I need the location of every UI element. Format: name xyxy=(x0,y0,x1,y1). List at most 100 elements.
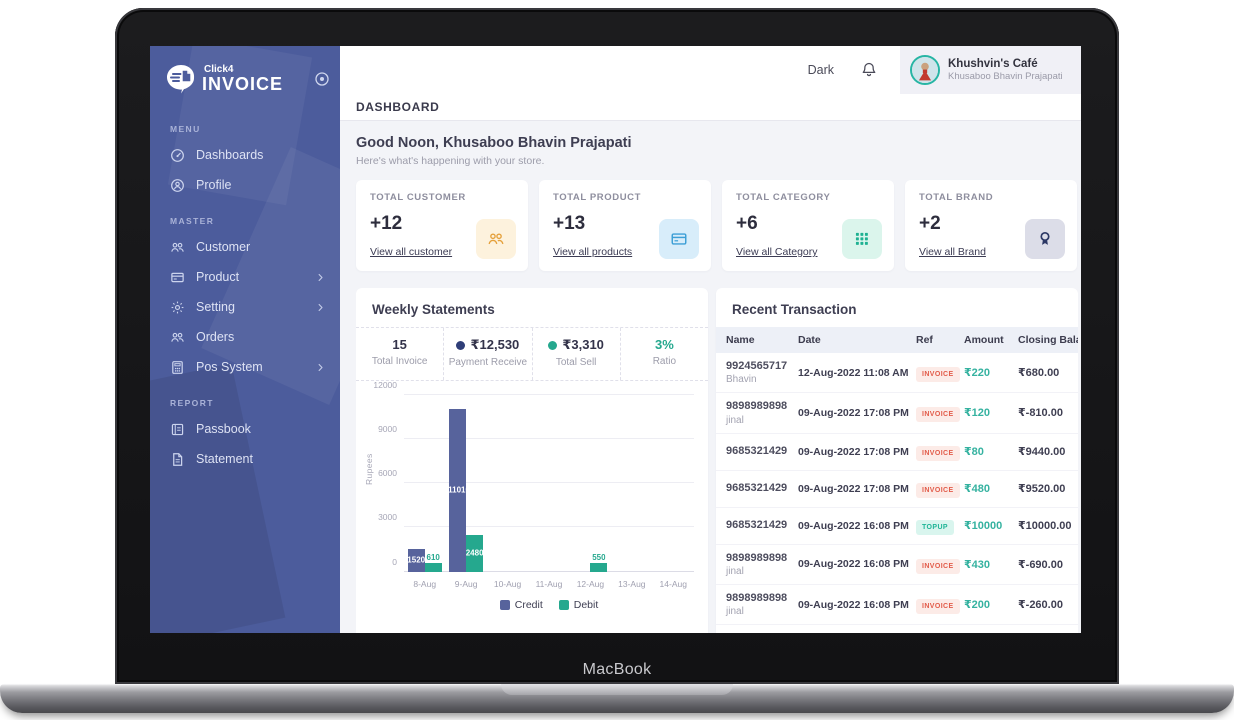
sidebar-item-orders[interactable]: Orders xyxy=(170,322,326,352)
transaction-closing-balance: ₹680.00 xyxy=(1018,367,1060,380)
stat-card-icon-box xyxy=(476,219,516,259)
sidebar-item-passbook[interactable]: Passbook xyxy=(170,414,326,444)
transaction-closing-balance: ₹-690.00 xyxy=(1018,558,1063,571)
app-screen: Click4 INVOICE MENU Dashboards Profile MAST… xyxy=(150,46,1081,633)
sidebar-item-statement[interactable]: Statement xyxy=(170,444,326,474)
bar-group-9-aug: 11010 2480 xyxy=(445,395,486,572)
sidebar-item-profile[interactable]: Profile xyxy=(170,170,326,200)
dashboard-content: Good Noon, Khusaboo Bhavin Prajapati Her… xyxy=(340,121,1081,633)
topbar: Dark Khushvin's Café Khusaboo Bhavin Pra… xyxy=(340,46,1081,94)
stat-card-icon-box xyxy=(842,219,882,259)
stat-card-icon-box xyxy=(659,219,699,259)
theme-toggle[interactable]: Dark xyxy=(808,63,834,77)
chart-x-tick: 8-Aug xyxy=(413,578,437,589)
sidebar-item-label: Profile xyxy=(196,178,232,192)
weekly-stat-ratio: 3% Ratio xyxy=(621,328,708,380)
column-header-closing-balance: Closing Balance xyxy=(1018,334,1078,346)
invoice-bubble-icon xyxy=(164,62,198,96)
bar-group-13-aug xyxy=(611,395,652,572)
transaction-row: 9685321429 09-Aug-2022 17:08 PM INVOICE ₹80… xyxy=(716,434,1078,471)
debit-bar: 2480 xyxy=(466,534,484,572)
stat-card-label: TOTAL CATEGORY xyxy=(736,192,831,203)
transaction-name: 9924565717 Bhavin xyxy=(726,359,796,386)
logo: Click4 INVOICE xyxy=(150,58,340,106)
chevron-right-icon xyxy=(315,272,326,283)
transaction-amount: ₹430 xyxy=(964,558,991,571)
nav-section-label: MASTER xyxy=(170,216,215,226)
store-name: Khushvin's Café xyxy=(948,57,1038,70)
sidebar-item-setting[interactable]: Setting xyxy=(170,292,326,322)
avatar xyxy=(910,55,940,85)
sidebar-item-label: Orders xyxy=(196,330,235,344)
chart-x-tick: 13-Aug xyxy=(618,578,646,589)
column-header-name: Name xyxy=(726,334,755,346)
bar-group-12-aug: 550 xyxy=(570,395,611,572)
transaction-closing-balance: ₹-810.00 xyxy=(1018,407,1063,420)
users-icon xyxy=(170,240,185,255)
chevron-right-icon xyxy=(315,362,326,373)
recent-transactions-card: Recent Transaction Name Date Ref Amount Clos… xyxy=(716,288,1078,633)
transaction-ref: TOPUP xyxy=(916,516,962,536)
legend-label: Credit xyxy=(514,598,543,611)
user-meta: Khushvin's Café Khusaboo Bhavin Prajapat… xyxy=(948,57,1063,83)
macbook-base xyxy=(0,684,1234,713)
bar-value-label: 11010 xyxy=(448,485,467,495)
bell-icon[interactable] xyxy=(860,61,878,79)
transaction-row: 9898989898 jinal 09-Aug-2022 16:08 PM INVOI… xyxy=(716,545,1078,585)
sidebar-toggle-icon[interactable] xyxy=(314,71,330,87)
stat-card-total-brand: TOTAL BRAND +2 View all Brand xyxy=(905,180,1077,271)
sidebar-item-dashboards[interactable]: Dashboards xyxy=(170,140,326,170)
weekly-stat-label: Payment Receive xyxy=(448,357,528,368)
stat-card-label: TOTAL PRODUCT xyxy=(553,192,642,203)
recent-transactions-title: Recent Transaction xyxy=(732,302,857,317)
transaction-subname: jinal xyxy=(726,414,744,426)
chart-y-tick: 12000 xyxy=(373,379,397,390)
sidebar: Click4 INVOICE MENU Dashboards Profile MAST… xyxy=(150,46,340,633)
weekly-stat-value: 3% xyxy=(654,337,674,352)
chevron-right-icon xyxy=(315,302,326,313)
user-circle-icon xyxy=(170,178,185,193)
transaction-subname: jinal xyxy=(726,565,744,577)
view-all-link[interactable]: View all customer xyxy=(370,246,452,258)
legend-swatch xyxy=(558,599,569,610)
horizontal-scrollbar[interactable]: ◄ ► xyxy=(719,632,1075,633)
transaction-name: 9898989898 jinal xyxy=(726,399,796,426)
passbook-icon xyxy=(170,422,185,437)
transaction-name: 9685321429 xyxy=(726,519,788,532)
sidebar-item-label: Pos System xyxy=(196,360,263,374)
weekly-stat-label: Total Invoice xyxy=(371,356,428,367)
sidebar-item-pos-system[interactable]: Pos System xyxy=(170,352,326,382)
statement-icon xyxy=(170,452,185,467)
stat-card-total-customer: TOTAL CUSTOMER +12 View all customer xyxy=(356,180,528,271)
bar-value-label: 610 xyxy=(426,552,440,562)
macbook-base-notch xyxy=(501,684,733,695)
user-menu[interactable]: Khushvin's Café Khusaboo Bhavin Prajapat… xyxy=(900,46,1081,94)
legend-item-debit: Debit xyxy=(558,598,599,611)
transaction-date: 09-Aug-2022 17:08 PM xyxy=(798,482,909,495)
sidebar-item-product[interactable]: Product xyxy=(170,262,326,292)
transaction-ref: INVOICE xyxy=(916,479,962,499)
transaction-ref: INVOICE xyxy=(916,555,962,574)
chart-x-tick: 14-Aug xyxy=(659,578,687,589)
transaction-closing-balance: ₹9520.00 xyxy=(1018,483,1066,496)
view-all-link[interactable]: View all products xyxy=(553,246,632,258)
chart-x-tick: 9-Aug xyxy=(454,578,478,589)
sidebar-item-label: Passbook xyxy=(196,422,251,436)
chart-y-axis-label: Rupees xyxy=(364,452,374,485)
transaction-date: 09-Aug-2022 16:08 PM xyxy=(798,519,909,532)
transaction-date: 09-Aug-2022 17:08 PM xyxy=(798,406,909,419)
sidebar-item-customer[interactable]: Customer xyxy=(170,232,326,262)
grid-icon xyxy=(853,230,871,248)
transaction-amount: ₹10000 xyxy=(964,520,1003,533)
transaction-name: 9685321429 xyxy=(726,482,788,495)
transaction-row: 9685321429 09-Aug-2022 17:08 PM INVOICE ₹48… xyxy=(716,471,1078,508)
page-background: Click4 INVOICE MENU Dashboards Profile MAST… xyxy=(0,0,1234,720)
ref-badge: INVOICE xyxy=(916,483,960,499)
sidebar-nav: MENU Dashboards Profile MASTER Customer Produ… xyxy=(150,106,340,474)
transaction-ref: INVOICE xyxy=(916,363,962,383)
transaction-closing-balance: ₹-260.00 xyxy=(1018,599,1063,612)
view-all-link[interactable]: View all Brand xyxy=(919,246,986,258)
view-all-link[interactable]: View all Category xyxy=(736,246,818,258)
transaction-ref: INVOICE xyxy=(916,595,962,615)
legend-label: Debit xyxy=(573,598,599,611)
